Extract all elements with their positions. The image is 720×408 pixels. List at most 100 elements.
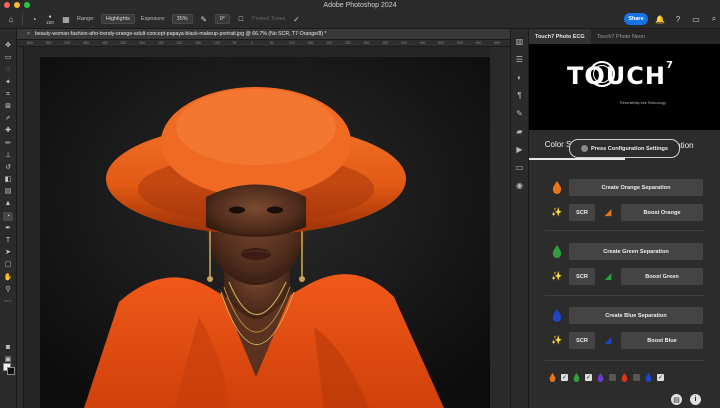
libraries-panel-icon[interactable]: ▰ (515, 127, 525, 136)
canvas[interactable] (24, 47, 510, 408)
frame-tool-icon[interactable]: ⊠ (3, 102, 13, 111)
app-title: Adobe Photoshop 2024 (323, 1, 397, 9)
share-button[interactable]: Share (624, 13, 648, 25)
protect-tones-label: Protect Tones (251, 16, 286, 22)
eraser-tool-icon[interactable]: ◧ (3, 175, 13, 184)
comments-panel-icon[interactable]: ▭ (515, 163, 525, 172)
window-controls (4, 2, 30, 8)
ruler-tick-label: 200 (326, 41, 332, 45)
marquee-tool-icon[interactable]: ▭ (3, 53, 13, 62)
create-green-separation-button[interactable]: Create Green Separation (569, 243, 703, 260)
angle-input[interactable]: 0° (214, 14, 230, 24)
crop-tool-icon[interactable]: ⌗ (3, 90, 13, 99)
blur-tool-icon[interactable]: ▲ (3, 199, 13, 208)
range-select[interactable]: Highlights (100, 14, 135, 24)
zoom-window-button[interactable] (24, 2, 30, 8)
green-curve-icon[interactable]: ◢ (602, 270, 614, 282)
background-color-swatch[interactable] (7, 367, 15, 375)
zoom-tool-icon[interactable]: ⚲ (3, 285, 13, 294)
dodge-tool-icon[interactable]: ◔ (29, 14, 39, 24)
canvas-scroll-area (490, 47, 510, 408)
home-icon[interactable]: ⌂ (6, 14, 16, 24)
ruler-tick-label: 50 (232, 41, 237, 45)
move-tool-icon[interactable]: ✥ (3, 41, 13, 50)
ruler-tick-label: 0 (251, 41, 254, 45)
plugin-panel-icon[interactable]: ◉ (515, 181, 525, 190)
ruler-tick-label: 50 (270, 41, 274, 45)
vertical-ruler (17, 47, 24, 408)
ruler-tick-label: 650 (494, 41, 501, 45)
clone-stamp-tool-icon[interactable]: ⊥ (3, 151, 13, 160)
brush-tool-icon[interactable]: ✏ (3, 139, 13, 148)
red-channel-checkbox[interactable]: ✓ (633, 374, 640, 381)
green-channel-checkbox[interactable]: ✓ (585, 374, 592, 381)
boost-blue-button[interactable]: Boost Blue (621, 332, 703, 349)
orange-curve-icon[interactable]: ◢ (602, 206, 614, 218)
quick-mask-icon[interactable]: ◙ (3, 343, 13, 352)
eyedropper-tool-icon[interactable]: ⌿ (3, 114, 13, 123)
scr-orange-button[interactable]: SCR (569, 204, 595, 221)
orange-drop-icon (549, 373, 556, 382)
brush-preset-icon[interactable]: ● 220 (45, 14, 55, 25)
panel-footer-icons: ▤ i (671, 394, 701, 405)
blue-channel-checkbox[interactable]: ✓ (657, 374, 664, 381)
portrait-image (40, 57, 490, 408)
lasso-tool-icon[interactable]: ◌ (3, 65, 13, 74)
magic-wand-icon[interactable]: ✨ (551, 334, 563, 346)
search-icon[interactable]: ⌕ (709, 14, 719, 24)
green-drop-icon (573, 373, 580, 382)
pen-tool-icon[interactable]: ✒ (3, 224, 13, 233)
ruler-tick-label: 450 (83, 41, 89, 45)
exposure-input[interactable]: 35% (171, 14, 193, 24)
scr-blue-button[interactable]: SCR (569, 332, 595, 349)
minimize-window-button[interactable] (14, 2, 20, 8)
color-panel-icon[interactable]: ▥ (515, 37, 525, 46)
more-tools-icon[interactable]: ⋯ (3, 297, 13, 306)
quick-select-tool-icon[interactable]: ✦ (3, 78, 13, 87)
actions-panel-icon[interactable]: ▶ (515, 145, 525, 154)
magic-wand-icon[interactable]: ✨ (551, 270, 563, 282)
dodge-tool-icon[interactable]: ◔ (3, 211, 13, 221)
protect-tones-checkbox[interactable]: ☐ (236, 14, 246, 24)
info-icon[interactable]: i (690, 394, 701, 405)
history-brush-tool-icon[interactable]: ↺ (3, 163, 13, 172)
brush-panel-icon[interactable]: ✎ (515, 109, 525, 118)
close-window-button[interactable] (4, 2, 10, 8)
type-tool-icon[interactable]: T (3, 236, 13, 245)
violet-channel-checkbox[interactable]: ✓ (609, 374, 616, 381)
options-bar: ⌂ ◔ ● 220 ▦ Range: Highlights Exposure: 3… (0, 10, 720, 29)
document-tab[interactable]: × beauty-woman-fashion-afro-trendy-orang… (17, 29, 510, 40)
workspace-icon[interactable]: ▭ (691, 14, 701, 24)
boost-green-button[interactable]: Boost Green (621, 268, 703, 285)
create-blue-separation-button[interactable]: Create Blue Separation (569, 307, 703, 324)
properties-panel-icon[interactable]: ◐ (515, 73, 525, 82)
notifications-icon[interactable]: 🔔 (655, 14, 665, 24)
ruler-tick-label: 150 (307, 41, 314, 45)
adjustments-panel-icon[interactable]: ☰ (515, 55, 525, 64)
airbrush-icon[interactable]: ✎ (199, 14, 209, 24)
brush-size-value: 220 (46, 19, 54, 25)
boost-orange-button[interactable]: Boost Orange (621, 204, 703, 221)
path-select-tool-icon[interactable]: ➤ (3, 248, 13, 257)
rectangle-tool-icon[interactable]: ▢ (3, 260, 13, 269)
scr-green-button[interactable]: SCR (569, 268, 595, 285)
pressure-size-icon[interactable]: ✓ (291, 14, 301, 24)
ruler-tick-label: 400 (101, 41, 108, 45)
magic-wand-icon[interactable]: ✨ (551, 206, 563, 218)
close-tab-icon[interactable]: × (27, 31, 30, 37)
gradient-tool-icon[interactable]: ▤ (3, 187, 13, 196)
blue-curve-icon[interactable]: ◢ (602, 334, 614, 346)
healing-brush-tool-icon[interactable]: ✚ (3, 126, 13, 135)
hand-tool-icon[interactable]: ✋ (3, 273, 13, 282)
orange-channel-checkbox[interactable]: ✓ (561, 374, 568, 381)
brush-settings-icon[interactable]: ▦ (61, 14, 71, 24)
color-swatches[interactable] (3, 363, 15, 375)
help-icon[interactable]: ? (673, 14, 683, 24)
tab-touch7-photo-ecg[interactable]: Touch7 Photo ECG (529, 29, 591, 44)
document-title: beauty-woman-fashion-afro-trendy-orange-… (35, 31, 327, 37)
tab-touch7-photo-neon[interactable]: Touch7 Photo Neon (591, 29, 651, 44)
chat-icon[interactable]: ▤ (671, 394, 682, 405)
configuration-settings-button[interactable]: Press Configuration Settings (569, 139, 680, 158)
create-orange-separation-button[interactable]: Create Orange Separation (569, 179, 703, 196)
layers-panel-icon[interactable]: ¶ (515, 91, 525, 100)
